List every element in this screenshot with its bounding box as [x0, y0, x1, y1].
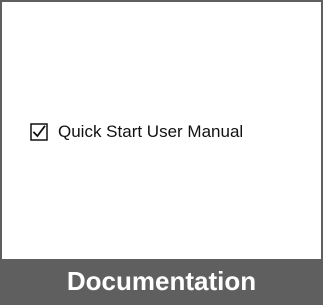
- documentation-label: Documentation: [66, 266, 257, 296]
- card-content: Quick Start User Manual: [2, 2, 321, 261]
- documentation-card: Quick Start User Manual Documentation: [0, 0, 323, 305]
- quick-start-user-manual-item[interactable]: Quick Start User Manual: [30, 123, 243, 141]
- quick-start-user-manual-label: Quick Start User Manual: [58, 122, 244, 141]
- documentation-footer: Documentation: [2, 259, 321, 303]
- checked-checkbox-icon[interactable]: [30, 123, 48, 141]
